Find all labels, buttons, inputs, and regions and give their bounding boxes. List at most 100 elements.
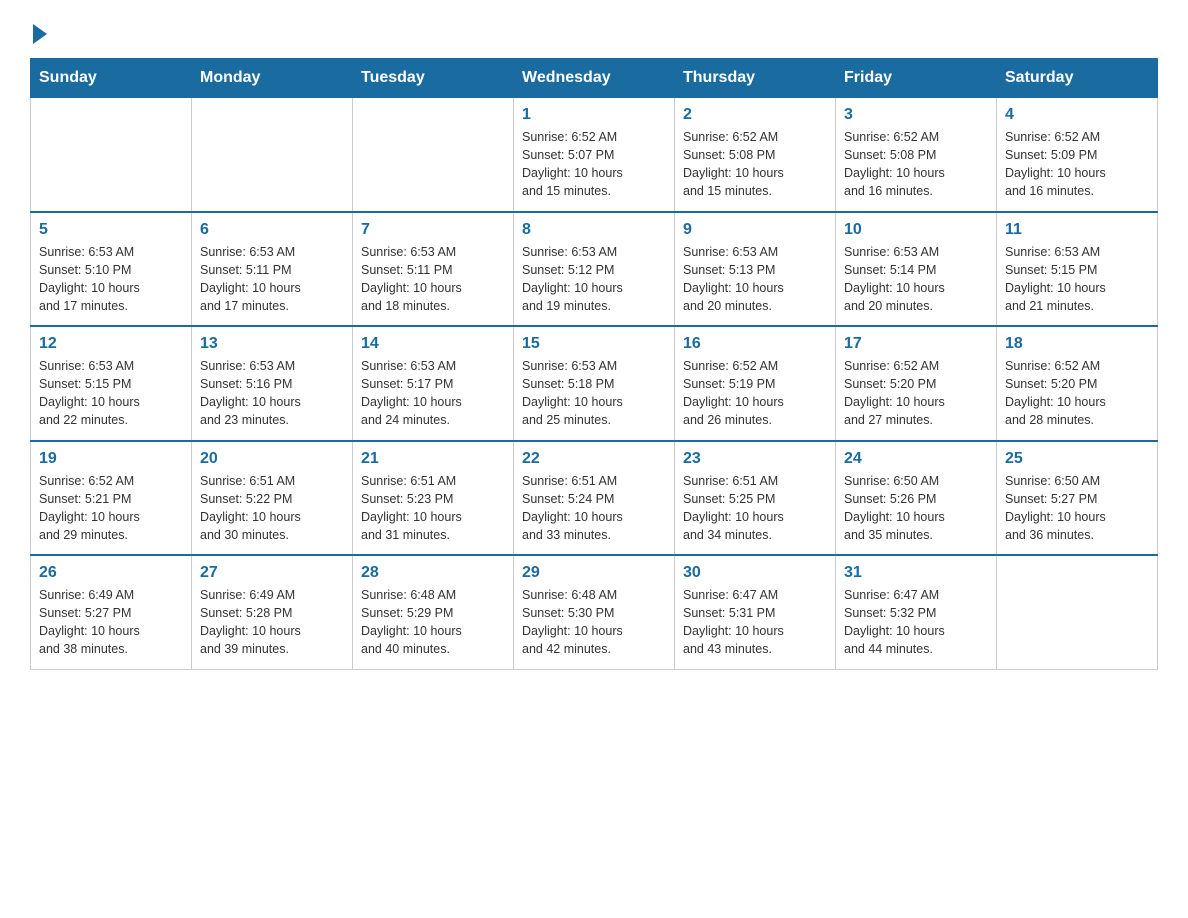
calendar-cell: 2 Sunrise: 6:52 AM Sunset: 5:08 PM Daylig…: [675, 98, 836, 212]
calendar-week-row: 12 Sunrise: 6:53 AM Sunset: 5:15 PM Dayli…: [31, 326, 1158, 441]
day-info: Sunrise: 6:52 AM Sunset: 5:09 PM Dayligh…: [1005, 128, 1149, 201]
calendar-cell: [353, 98, 514, 212]
day-number: 18: [1005, 335, 1149, 353]
calendar-week-row: 5 Sunrise: 6:53 AM Sunset: 5:10 PM Daylig…: [31, 212, 1158, 327]
day-number: 21: [361, 450, 505, 468]
calendar-cell: 18 Sunrise: 6:52 AM Sunset: 5:20 PM Dayli…: [997, 326, 1158, 441]
day-info: Sunrise: 6:47 AM Sunset: 5:31 PM Dayligh…: [683, 586, 827, 659]
calendar-cell: 25 Sunrise: 6:50 AM Sunset: 5:27 PM Dayli…: [997, 441, 1158, 556]
day-info: Sunrise: 6:49 AM Sunset: 5:27 PM Dayligh…: [39, 586, 183, 659]
calendar-cell: 15 Sunrise: 6:53 AM Sunset: 5:18 PM Dayli…: [514, 326, 675, 441]
day-number: 15: [522, 335, 666, 353]
calendar-cell: 5 Sunrise: 6:53 AM Sunset: 5:10 PM Daylig…: [31, 212, 192, 327]
day-info: Sunrise: 6:53 AM Sunset: 5:14 PM Dayligh…: [844, 243, 988, 316]
day-number: 20: [200, 450, 344, 468]
day-info: Sunrise: 6:48 AM Sunset: 5:29 PM Dayligh…: [361, 586, 505, 659]
day-number: 28: [361, 564, 505, 582]
day-number: 17: [844, 335, 988, 353]
day-number: 19: [39, 450, 183, 468]
calendar-cell: 26 Sunrise: 6:49 AM Sunset: 5:27 PM Dayli…: [31, 555, 192, 669]
day-number: 25: [1005, 450, 1149, 468]
day-info: Sunrise: 6:52 AM Sunset: 5:20 PM Dayligh…: [1005, 357, 1149, 430]
day-info: Sunrise: 6:52 AM Sunset: 5:07 PM Dayligh…: [522, 128, 666, 201]
calendar-cell: 17 Sunrise: 6:52 AM Sunset: 5:20 PM Dayli…: [836, 326, 997, 441]
day-number: 16: [683, 335, 827, 353]
day-number: 31: [844, 564, 988, 582]
day-info: Sunrise: 6:53 AM Sunset: 5:17 PM Dayligh…: [361, 357, 505, 430]
day-info: Sunrise: 6:51 AM Sunset: 5:25 PM Dayligh…: [683, 472, 827, 545]
calendar-cell: 30 Sunrise: 6:47 AM Sunset: 5:31 PM Dayli…: [675, 555, 836, 669]
day-number: 27: [200, 564, 344, 582]
day-info: Sunrise: 6:48 AM Sunset: 5:30 PM Dayligh…: [522, 586, 666, 659]
calendar-cell: 7 Sunrise: 6:53 AM Sunset: 5:11 PM Daylig…: [353, 212, 514, 327]
day-number: 26: [39, 564, 183, 582]
day-number: 22: [522, 450, 666, 468]
day-info: Sunrise: 6:52 AM Sunset: 5:08 PM Dayligh…: [683, 128, 827, 201]
day-info: Sunrise: 6:52 AM Sunset: 5:19 PM Dayligh…: [683, 357, 827, 430]
day-number: 1: [522, 106, 666, 124]
day-number: 23: [683, 450, 827, 468]
calendar-cell: 29 Sunrise: 6:48 AM Sunset: 5:30 PM Dayli…: [514, 555, 675, 669]
calendar-week-row: 26 Sunrise: 6:49 AM Sunset: 5:27 PM Dayli…: [31, 555, 1158, 669]
day-info: Sunrise: 6:49 AM Sunset: 5:28 PM Dayligh…: [200, 586, 344, 659]
day-info: Sunrise: 6:47 AM Sunset: 5:32 PM Dayligh…: [844, 586, 988, 659]
logo-arrow-icon: [33, 24, 47, 44]
logo: [30, 20, 47, 40]
day-info: Sunrise: 6:53 AM Sunset: 5:18 PM Dayligh…: [522, 357, 666, 430]
column-header-monday: Monday: [192, 59, 353, 98]
day-info: Sunrise: 6:53 AM Sunset: 5:11 PM Dayligh…: [361, 243, 505, 316]
day-info: Sunrise: 6:50 AM Sunset: 5:27 PM Dayligh…: [1005, 472, 1149, 545]
day-number: 29: [522, 564, 666, 582]
day-number: 7: [361, 221, 505, 239]
day-info: Sunrise: 6:53 AM Sunset: 5:13 PM Dayligh…: [683, 243, 827, 316]
day-number: 12: [39, 335, 183, 353]
day-info: Sunrise: 6:51 AM Sunset: 5:23 PM Dayligh…: [361, 472, 505, 545]
column-header-friday: Friday: [836, 59, 997, 98]
day-number: 9: [683, 221, 827, 239]
day-info: Sunrise: 6:51 AM Sunset: 5:22 PM Dayligh…: [200, 472, 344, 545]
calendar-cell: 16 Sunrise: 6:52 AM Sunset: 5:19 PM Dayli…: [675, 326, 836, 441]
day-info: Sunrise: 6:52 AM Sunset: 5:20 PM Dayligh…: [844, 357, 988, 430]
calendar-cell: 28 Sunrise: 6:48 AM Sunset: 5:29 PM Dayli…: [353, 555, 514, 669]
day-info: Sunrise: 6:53 AM Sunset: 5:12 PM Dayligh…: [522, 243, 666, 316]
column-header-thursday: Thursday: [675, 59, 836, 98]
column-header-sunday: Sunday: [31, 59, 192, 98]
calendar-cell: 13Sunrise: 6:53 AM Sunset: 5:16 PM Dayli…: [192, 326, 353, 441]
day-info: Sunrise: 6:53 AM Sunset: 5:10 PM Dayligh…: [39, 243, 183, 316]
calendar-cell: [192, 98, 353, 212]
calendar-cell: 6 Sunrise: 6:53 AM Sunset: 5:11 PM Daylig…: [192, 212, 353, 327]
calendar-header-row: SundayMondayTuesdayWednesdayThursdayFrid…: [31, 59, 1158, 98]
page-header: [30, 20, 1158, 40]
day-number: 8: [522, 221, 666, 239]
calendar-cell: [997, 555, 1158, 669]
day-info: Sunrise: 6:53 AM Sunset: 5:15 PM Dayligh…: [1005, 243, 1149, 316]
day-info: Sunrise: 6:53 AM Sunset: 5:11 PM Dayligh…: [200, 243, 344, 316]
calendar-cell: 3Sunrise: 6:52 AM Sunset: 5:08 PM Daylig…: [836, 98, 997, 212]
calendar-table: SundayMondayTuesdayWednesdayThursdayFrid…: [30, 58, 1158, 670]
calendar-cell: 31 Sunrise: 6:47 AM Sunset: 5:32 PM Dayli…: [836, 555, 997, 669]
calendar-cell: 12 Sunrise: 6:53 AM Sunset: 5:15 PM Dayli…: [31, 326, 192, 441]
day-number: 14: [361, 335, 505, 353]
day-number: 4: [1005, 106, 1149, 124]
calendar-cell: 8 Sunrise: 6:53 AM Sunset: 5:12 PM Daylig…: [514, 212, 675, 327]
day-number: 5: [39, 221, 183, 239]
day-number: 2: [683, 106, 827, 124]
calendar-cell: 20 Sunrise: 6:51 AM Sunset: 5:22 PM Dayli…: [192, 441, 353, 556]
column-header-saturday: Saturday: [997, 59, 1158, 98]
calendar-cell: 22 Sunrise: 6:51 AM Sunset: 5:24 PM Dayli…: [514, 441, 675, 556]
day-info: Sunrise: 6:51 AM Sunset: 5:24 PM Dayligh…: [522, 472, 666, 545]
calendar-cell: 21 Sunrise: 6:51 AM Sunset: 5:23 PM Dayli…: [353, 441, 514, 556]
day-number: 3: [844, 106, 988, 124]
day-number: 30: [683, 564, 827, 582]
day-number: 6: [200, 221, 344, 239]
day-number: 11: [1005, 221, 1149, 239]
day-number: 10: [844, 221, 988, 239]
calendar-week-row: 1 Sunrise: 6:52 AM Sunset: 5:07 PM Daylig…: [31, 98, 1158, 212]
calendar-cell: 23 Sunrise: 6:51 AM Sunset: 5:25 PM Dayli…: [675, 441, 836, 556]
day-info: Sunrise: 6:53 AM Sunset: 5:16 PM Dayligh…: [200, 357, 344, 430]
day-info: Sunrise: 6:52 AM Sunset: 5:21 PM Dayligh…: [39, 472, 183, 545]
calendar-cell: 10 Sunrise: 6:53 AM Sunset: 5:14 PM Dayli…: [836, 212, 997, 327]
column-header-tuesday: Tuesday: [353, 59, 514, 98]
day-info: Sunrise: 6:53 AM Sunset: 5:15 PM Dayligh…: [39, 357, 183, 430]
calendar-week-row: 19 Sunrise: 6:52 AM Sunset: 5:21 PM Dayli…: [31, 441, 1158, 556]
